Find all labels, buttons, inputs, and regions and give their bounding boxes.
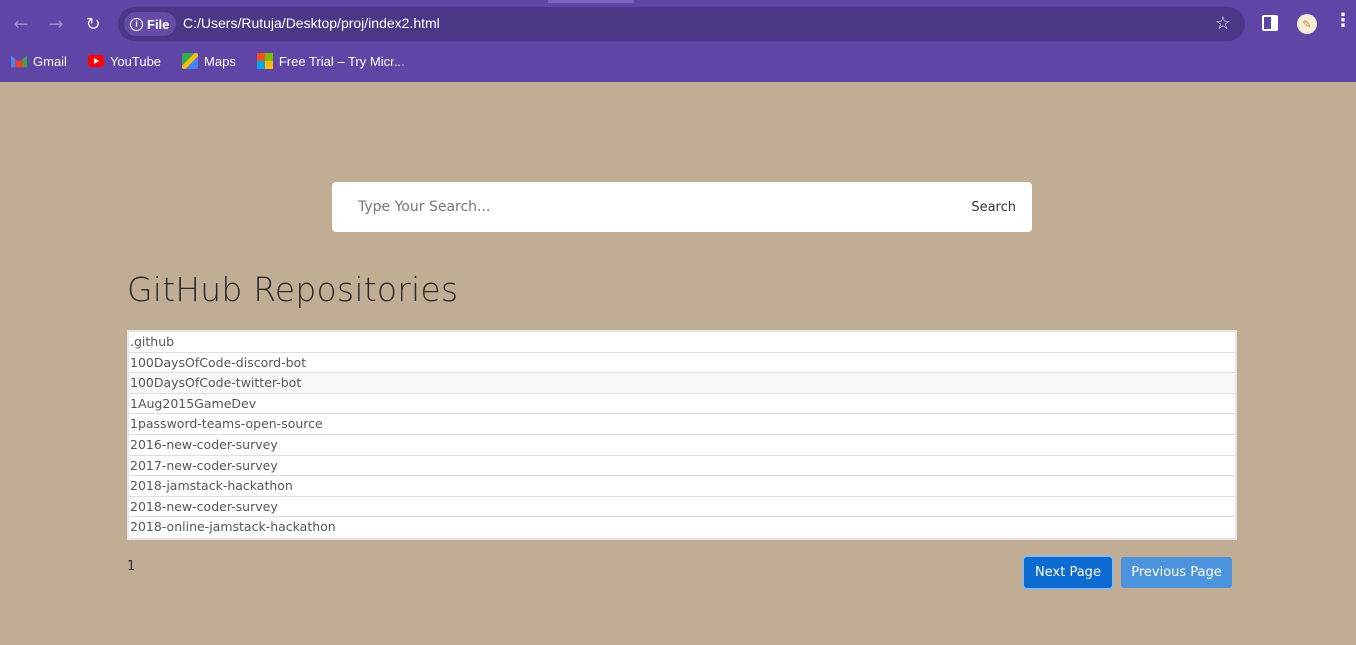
table-row: 2017-new-coder-survey [129,456,1235,477]
table-row: 100DaysOfCode-twitter-bot [129,373,1235,394]
site-info-chip[interactable]: i File [124,12,176,36]
previous-page-button[interactable]: Previous Page [1121,557,1232,588]
maps-icon [182,53,199,69]
bookmark-label: YouTube [109,53,162,69]
table-row: 2018-jamstack-hackathon [129,476,1235,497]
youtube-icon [87,55,104,67]
forward-icon[interactable]: → [42,10,70,38]
bookmark-youtube[interactable]: YouTube [87,53,162,69]
page-title: GitHub Repositories [127,270,459,309]
bookmarks-bar: Gmail YouTube Maps Free Trial – Try Micr… [0,48,415,74]
browser-toolbar: ← → ↻ i File C:/Users/Rutuja/Desktop/pro… [0,0,1356,82]
bookmark-gmail[interactable]: Gmail [11,53,67,69]
profile-avatar[interactable]: ✎ [1297,14,1317,34]
search-button[interactable]: Search [971,194,1016,220]
address-bar[interactable]: i File C:/Users/Rutuja/Desktop/proj/inde… [118,7,1245,41]
table-row: .github [129,332,1235,353]
info-icon: i [130,17,143,31]
bookmark-maps[interactable]: Maps [182,53,236,69]
bookmark-label: Maps [204,53,236,69]
next-page-button[interactable]: Next Page [1024,557,1112,588]
table-row: 2016-new-coder-survey [129,435,1235,456]
table-row: 1Aug2015GameDev [129,394,1235,415]
table-row: 100DaysOfCode-discord-bot [129,353,1235,374]
table-row: 2018-new-coder-survey [129,497,1235,518]
page-number: 1 [127,559,136,574]
microsoft-icon [256,53,273,69]
repository-table: .github 100DaysOfCode-discord-bot 100Day… [127,330,1237,540]
search-bar: Search [332,182,1032,232]
side-panel-icon[interactable] [1262,15,1278,31]
bookmark-star-icon[interactable]: ☆ [1215,13,1231,34]
gmail-icon [11,55,27,68]
menu-kebab-icon[interactable]: ⋮ [1334,10,1352,31]
url-text[interactable]: C:/Users/Rutuja/Desktop/proj/index2.html [183,15,440,31]
reload-icon[interactable]: ↻ [79,10,107,38]
bookmark-free-trial[interactable]: Free Trial – Try Micr... [256,53,405,69]
search-input[interactable] [358,182,948,232]
active-tab-indicator [548,0,634,3]
bookmark-label: Free Trial – Try Micr... [278,53,405,69]
file-chip-label: File [147,16,170,32]
bookmark-label: Gmail [33,53,67,69]
table-row: 2018-online-jamstack-hackathon [130,519,336,535]
table-row: 1password-teams-open-source [129,414,1235,435]
back-icon[interactable]: ← [7,10,35,38]
